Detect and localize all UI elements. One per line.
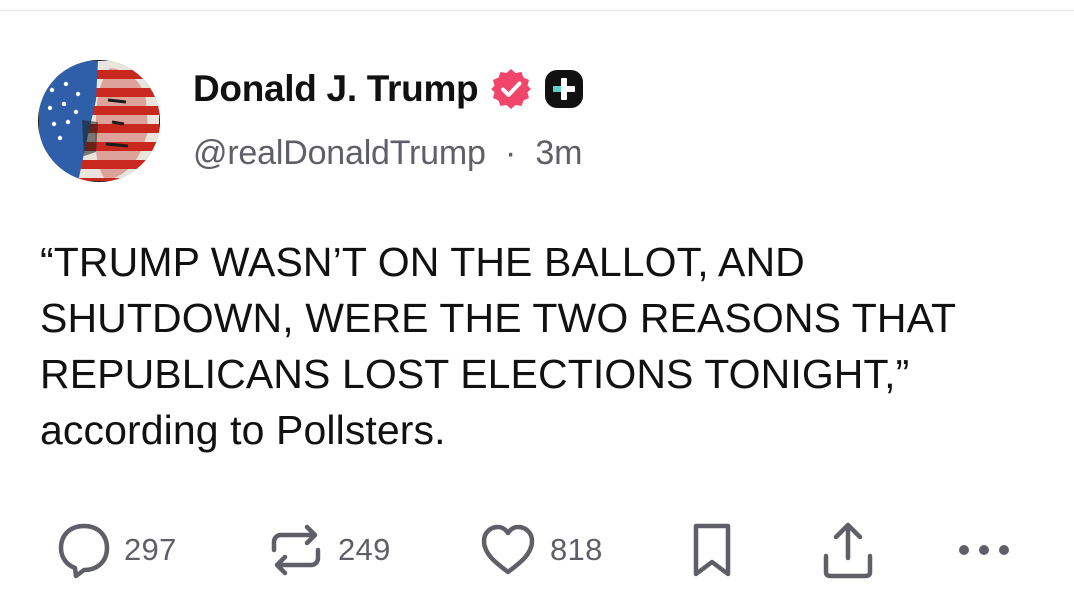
share-icon bbox=[818, 518, 878, 582]
reply-button[interactable]: 297 bbox=[56, 515, 177, 585]
heart-icon bbox=[478, 520, 538, 580]
post-header: Donald J. Trump @realDonaldTrump · 3m bbox=[193, 64, 584, 173]
repost-button[interactable]: 249 bbox=[266, 515, 391, 585]
like-button[interactable]: 818 bbox=[478, 515, 603, 585]
plus-badge-icon bbox=[544, 69, 584, 109]
bookmark-button[interactable] bbox=[690, 515, 734, 585]
avatar[interactable] bbox=[38, 60, 160, 182]
meta-separator: · bbox=[504, 134, 517, 172]
more-button[interactable] bbox=[954, 515, 1014, 585]
verified-badge-icon bbox=[490, 68, 532, 110]
like-count: 818 bbox=[550, 532, 603, 567]
repost-count: 249 bbox=[338, 532, 391, 567]
share-button[interactable] bbox=[818, 515, 878, 585]
name-row: Donald J. Trump bbox=[193, 64, 584, 114]
avatar-image bbox=[38, 60, 160, 182]
author-handle[interactable]: @realDonaldTrump bbox=[193, 134, 486, 172]
reply-icon bbox=[56, 520, 112, 580]
post-meta: @realDonaldTrump · 3m bbox=[193, 134, 584, 173]
repost-icon bbox=[266, 520, 326, 580]
reply-count: 297 bbox=[124, 532, 177, 567]
action-bar: 297 249 818 bbox=[0, 515, 1074, 585]
more-icon bbox=[954, 540, 1014, 560]
display-name[interactable]: Donald J. Trump bbox=[193, 68, 479, 110]
post-time[interactable]: 3m bbox=[535, 134, 582, 172]
top-divider bbox=[0, 0, 1074, 11]
bookmark-icon bbox=[690, 520, 734, 580]
post-body: “TRUMP WASN’T ON THE BALLOT, AND SHUTDOW… bbox=[40, 239, 967, 453]
